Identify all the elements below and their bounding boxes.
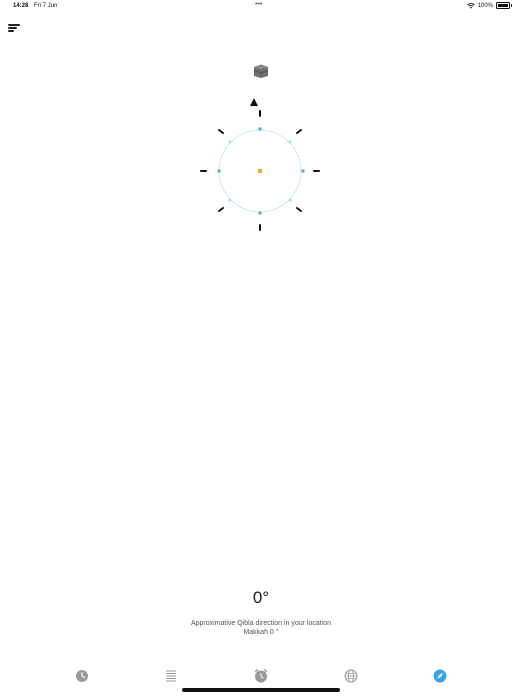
tab-qibla-compass[interactable] [430, 666, 450, 686]
menu-icon-line-2 [8, 27, 17, 29]
ring-marker-w [217, 169, 221, 173]
qibla-caption: Approximative Qibla direction in your lo… [190, 620, 332, 627]
qibla-destination: Makkah 0 ° [243, 629, 279, 636]
status-time: 14:28 [13, 3, 29, 9]
menu-icon-line-1 [8, 24, 20, 26]
status-bar: 14:28 Fri 7 Jun ••• 100% [0, 0, 522, 14]
tab-list[interactable] [161, 666, 181, 686]
wifi-icon [466, 2, 475, 9]
home-indicator[interactable] [182, 688, 340, 692]
ring-marker-sw [228, 198, 232, 202]
tick-se [296, 207, 302, 212]
ring-marker-se [288, 198, 292, 202]
tab-bar [0, 664, 522, 686]
menu-button[interactable] [8, 24, 22, 34]
alarm-icon [254, 669, 268, 683]
ring-marker-ne [288, 140, 292, 144]
tab-prayer-times[interactable] [72, 666, 92, 686]
north-arrow-icon [250, 98, 258, 106]
battery-percent: 100% [477, 2, 493, 9]
ring-marker-s [258, 211, 262, 215]
compass-icon [433, 669, 447, 683]
ring-marker-e [301, 169, 305, 173]
compass-center-dot [258, 169, 262, 173]
qibla-degree-value: 0° [252, 588, 270, 607]
qibla-caption-block: Approximative Qibla direction in your lo… [0, 619, 522, 637]
list-icon [166, 670, 176, 682]
status-date: Fri 7 Jun [34, 3, 58, 9]
status-right-group: 100% [466, 2, 512, 9]
clock-icon [76, 670, 88, 682]
tick-sw [218, 207, 224, 212]
tab-alarm[interactable] [251, 666, 271, 686]
tab-globe[interactable] [341, 666, 361, 686]
battery-icon [496, 2, 512, 9]
ring-marker-nw [228, 140, 232, 144]
globe-icon [344, 669, 358, 683]
qibla-compass [200, 98, 320, 231]
kaaba-icon [254, 64, 268, 78]
ring-marker-n [258, 127, 262, 131]
tick-nw [218, 129, 224, 134]
menu-icon-line-3 [8, 30, 14, 32]
multitasking-dots[interactable]: ••• [255, 1, 262, 8]
tick-ne [296, 129, 302, 134]
